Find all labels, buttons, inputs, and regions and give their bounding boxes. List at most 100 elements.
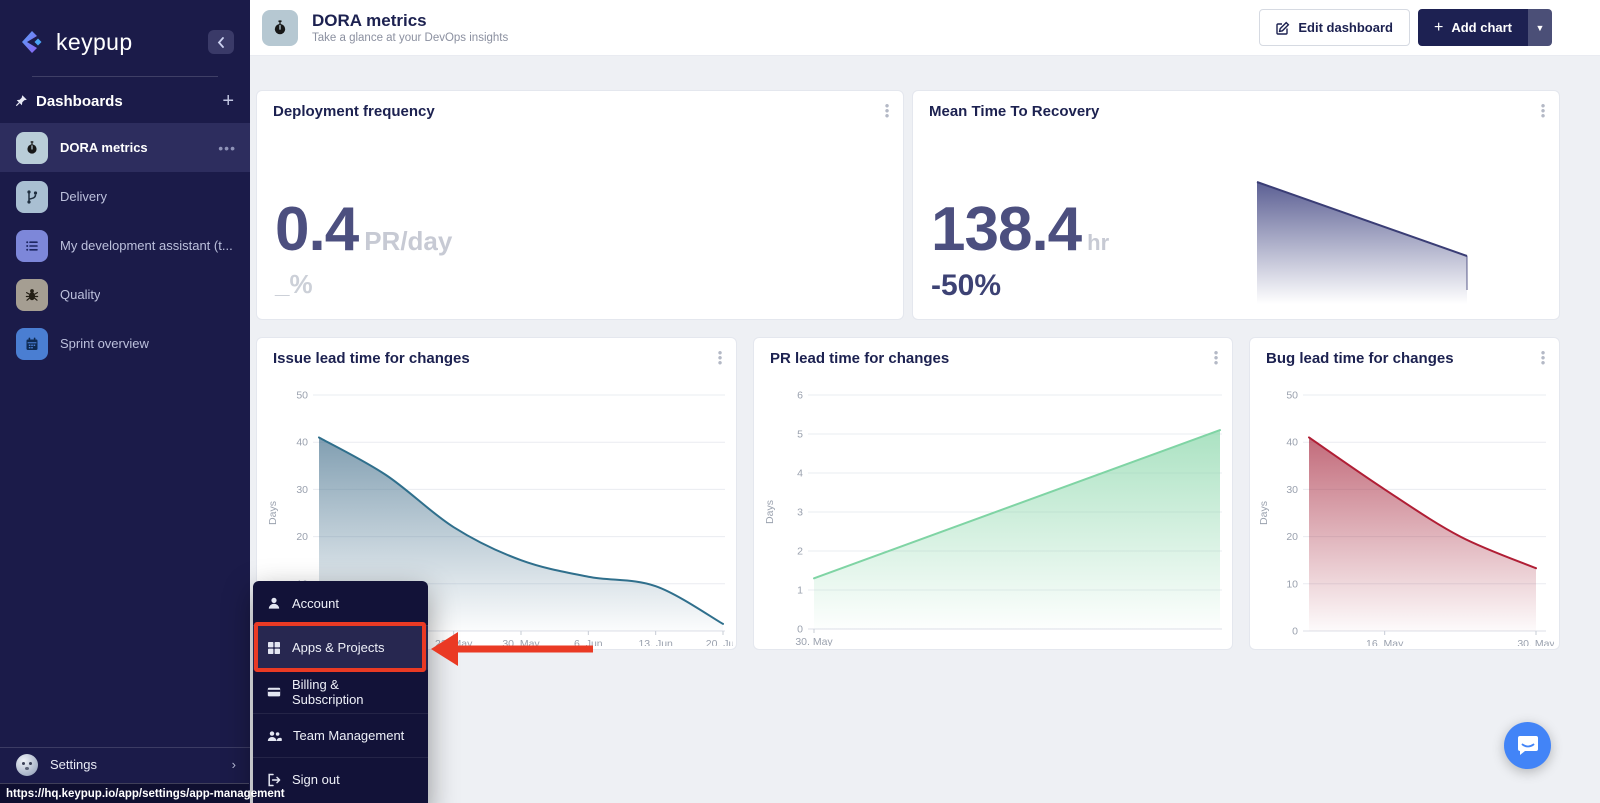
- sidebar-item-label: Quality: [60, 287, 100, 302]
- svg-text:2: 2: [797, 546, 803, 558]
- card-deployment-frequency: Deployment frequency ••• 0.4 PR/day _%: [256, 90, 904, 320]
- edit-dashboard-label: Edit dashboard: [1298, 20, 1393, 35]
- card-title: Mean Time To Recovery: [929, 103, 1099, 120]
- svg-text:30. May: 30. May: [1517, 638, 1554, 646]
- stopwatch-icon: [16, 132, 48, 164]
- menu-item-label: Apps & Projects: [292, 640, 385, 655]
- chevron-left-icon: [217, 37, 225, 48]
- dashboard-content: Deployment frequency ••• 0.4 PR/day _% M…: [250, 56, 1600, 650]
- edit-dashboard-button[interactable]: Edit dashboard: [1259, 9, 1410, 46]
- svg-text:20. Jun: 20. Jun: [706, 638, 733, 646]
- add-chart-label: Add chart: [1451, 20, 1512, 35]
- metric-unit: PR/day: [364, 226, 452, 257]
- svg-text:50: 50: [296, 390, 308, 402]
- sidebar-item-dora-metrics[interactable]: DORA metrics •••: [0, 123, 250, 172]
- add-chart-button[interactable]: + Add chart: [1418, 9, 1528, 46]
- keypup-logo-icon: [16, 26, 48, 58]
- svg-text:0: 0: [1292, 626, 1298, 638]
- card-menu-icon[interactable]: •••: [1210, 350, 1222, 365]
- metric-block: 0.4 PR/day _%: [275, 199, 452, 297]
- menu-item-team-management[interactable]: Team Management: [253, 713, 428, 757]
- svg-text:23. May: 23. May: [435, 638, 473, 646]
- menu-item-account[interactable]: Account: [253, 581, 428, 625]
- card-menu-icon[interactable]: •••: [714, 350, 726, 365]
- add-chart-split-button: + Add chart ▼: [1418, 9, 1552, 46]
- card-title: Issue lead time for changes: [273, 350, 470, 367]
- svg-text:20: 20: [296, 531, 308, 543]
- svg-text:5: 5: [797, 429, 803, 441]
- edit-pencil-icon: [1276, 21, 1290, 35]
- card-menu-icon[interactable]: •••: [1537, 350, 1549, 365]
- metric-block: 138.4 hr -50%: [931, 199, 1109, 301]
- logo-row: keypup: [0, 0, 250, 58]
- svg-text:30: 30: [1286, 484, 1298, 496]
- list-check-icon: [16, 230, 48, 262]
- sidebar-item-label: Delivery: [60, 189, 107, 204]
- dashboards-section-header: Dashboards +: [0, 77, 250, 115]
- metric-value: 0.4: [275, 199, 358, 261]
- svg-text:1: 1: [797, 585, 803, 597]
- status-url-tooltip: https://hq.keypup.io/app/settings/app-ma…: [0, 783, 249, 803]
- card-title: PR lead time for changes: [770, 350, 949, 367]
- chat-bubble-icon: [1517, 735, 1539, 756]
- menu-item-label: Account: [292, 596, 339, 611]
- card-menu-icon[interactable]: •••: [1537, 103, 1549, 118]
- sidebar: keypup Dashboards + DORA metrics: [0, 0, 250, 803]
- add-dashboard-button[interactable]: +: [222, 91, 234, 111]
- sidebar-item-quality[interactable]: Quality: [0, 270, 250, 319]
- main-area: DORA metrics Take a glance at your DevOp…: [250, 0, 1600, 803]
- sidebar-settings[interactable]: Settings ›: [0, 747, 250, 781]
- logo-text: keypup: [56, 29, 133, 56]
- svg-text:0: 0: [797, 624, 803, 636]
- chevron-right-icon: ›: [232, 757, 236, 772]
- mttr-sparkline-chart: [1255, 178, 1469, 306]
- sidebar-item-sprint-overview[interactable]: Sprint overview: [0, 319, 250, 368]
- bug-icon: [16, 279, 48, 311]
- menu-item-label: Team Management: [293, 728, 404, 743]
- sidebar-item-label: DORA metrics: [60, 140, 148, 155]
- row-options-icon[interactable]: •••: [218, 140, 236, 156]
- dashboard-stopwatch-icon: [262, 10, 298, 46]
- add-chart-dropdown-button[interactable]: ▼: [1528, 9, 1552, 46]
- intercom-launcher[interactable]: [1504, 722, 1551, 769]
- pin-icon: [14, 94, 28, 108]
- sidebar-item-dev-assistant[interactable]: My development assistant (t...: [0, 221, 250, 270]
- metric-delta: _%: [275, 271, 452, 297]
- dashboard-list: DORA metrics ••• Delivery: [0, 123, 250, 368]
- sidebar-section-title: Dashboards: [36, 93, 123, 110]
- svg-text:4: 4: [797, 468, 803, 480]
- calendar-icon: [16, 328, 48, 360]
- sidebar-item-label: Sprint overview: [60, 336, 149, 351]
- pr-lead-time-chart: 0 1 2 3 4 5 6 30. May Days: [760, 378, 1230, 646]
- svg-text:30. May: 30. May: [502, 638, 540, 646]
- svg-text:13. Jun: 13. Jun: [638, 638, 673, 646]
- svg-text:30. May: 30. May: [795, 636, 833, 646]
- plus-icon: +: [1434, 19, 1443, 37]
- team-icon: [267, 729, 282, 743]
- sidebar-collapse-button[interactable]: [208, 30, 234, 54]
- page-title: DORA metrics: [312, 11, 508, 31]
- svg-text:Days: Days: [764, 500, 776, 524]
- svg-text:Days: Days: [267, 501, 279, 525]
- menu-item-label: Billing & Subscription: [292, 677, 414, 707]
- svg-text:50: 50: [1286, 390, 1298, 402]
- svg-text:Days: Days: [1258, 501, 1270, 525]
- menu-item-billing-subscription[interactable]: Billing & Subscription: [253, 669, 428, 713]
- user-avatar: [16, 754, 38, 776]
- grid-icon: [267, 641, 281, 655]
- metric-value: 138.4: [931, 199, 1081, 261]
- settings-label: Settings: [50, 757, 97, 772]
- card-title: Bug lead time for changes: [1266, 350, 1454, 367]
- user-icon: [267, 596, 281, 610]
- card-bug-lead-time: Bug lead time for changes ••• 0102030405…: [1249, 337, 1560, 650]
- card-menu-icon[interactable]: •••: [881, 103, 893, 118]
- menu-item-label: Sign out: [292, 772, 340, 787]
- sidebar-item-delivery[interactable]: Delivery: [0, 172, 250, 221]
- metric-delta: -50%: [931, 271, 1109, 301]
- svg-text:10: 10: [1286, 578, 1298, 590]
- svg-text:6: 6: [797, 390, 803, 402]
- svg-text:3: 3: [797, 507, 803, 519]
- metric-unit: hr: [1087, 230, 1109, 256]
- menu-item-apps-projects[interactable]: Apps & Projects: [253, 625, 428, 669]
- settings-context-menu: Account Apps & Projects Billing & Subscr…: [253, 581, 428, 803]
